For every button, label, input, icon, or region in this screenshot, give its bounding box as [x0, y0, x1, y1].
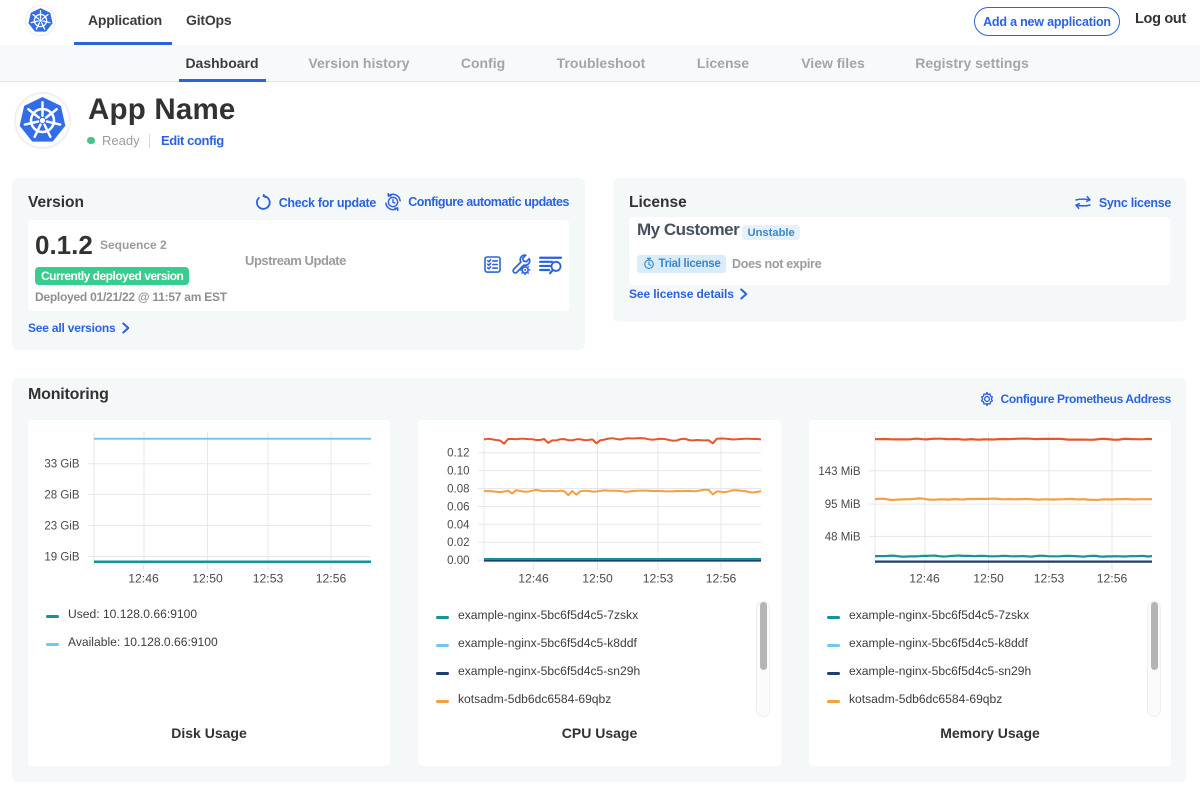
svg-text:12:46: 12:46	[909, 572, 940, 586]
svg-text:95 MiB: 95 MiB	[825, 499, 861, 511]
svg-text:0.12: 0.12	[447, 448, 469, 460]
svg-text:28 GiB: 28 GiB	[44, 490, 79, 502]
svg-text:33 GiB: 33 GiB	[44, 459, 79, 471]
svg-text:12:53: 12:53	[1034, 572, 1065, 586]
svg-text:12:56: 12:56	[316, 572, 347, 586]
svg-text:23 GiB: 23 GiB	[44, 521, 79, 533]
svg-text:12:56: 12:56	[1097, 572, 1128, 586]
svg-text:0.10: 0.10	[447, 466, 469, 478]
svg-text:12:56: 12:56	[706, 572, 737, 586]
svg-text:0.00: 0.00	[447, 555, 469, 567]
svg-text:12:50: 12:50	[973, 572, 1004, 586]
svg-text:19 GiB: 19 GiB	[44, 552, 79, 564]
svg-text:143 MiB: 143 MiB	[818, 466, 861, 478]
svg-text:12:46: 12:46	[518, 572, 549, 586]
svg-text:12:50: 12:50	[582, 572, 613, 586]
svg-text:0.08: 0.08	[447, 484, 469, 496]
svg-text:12:46: 12:46	[128, 572, 159, 586]
svg-text:12:50: 12:50	[192, 572, 223, 586]
svg-text:48 MiB: 48 MiB	[825, 531, 861, 543]
svg-text:0.04: 0.04	[447, 519, 470, 531]
svg-text:0.02: 0.02	[447, 537, 469, 549]
svg-text:12:53: 12:53	[643, 572, 674, 586]
svg-text:12:53: 12:53	[253, 572, 284, 586]
svg-text:0.06: 0.06	[447, 501, 469, 513]
